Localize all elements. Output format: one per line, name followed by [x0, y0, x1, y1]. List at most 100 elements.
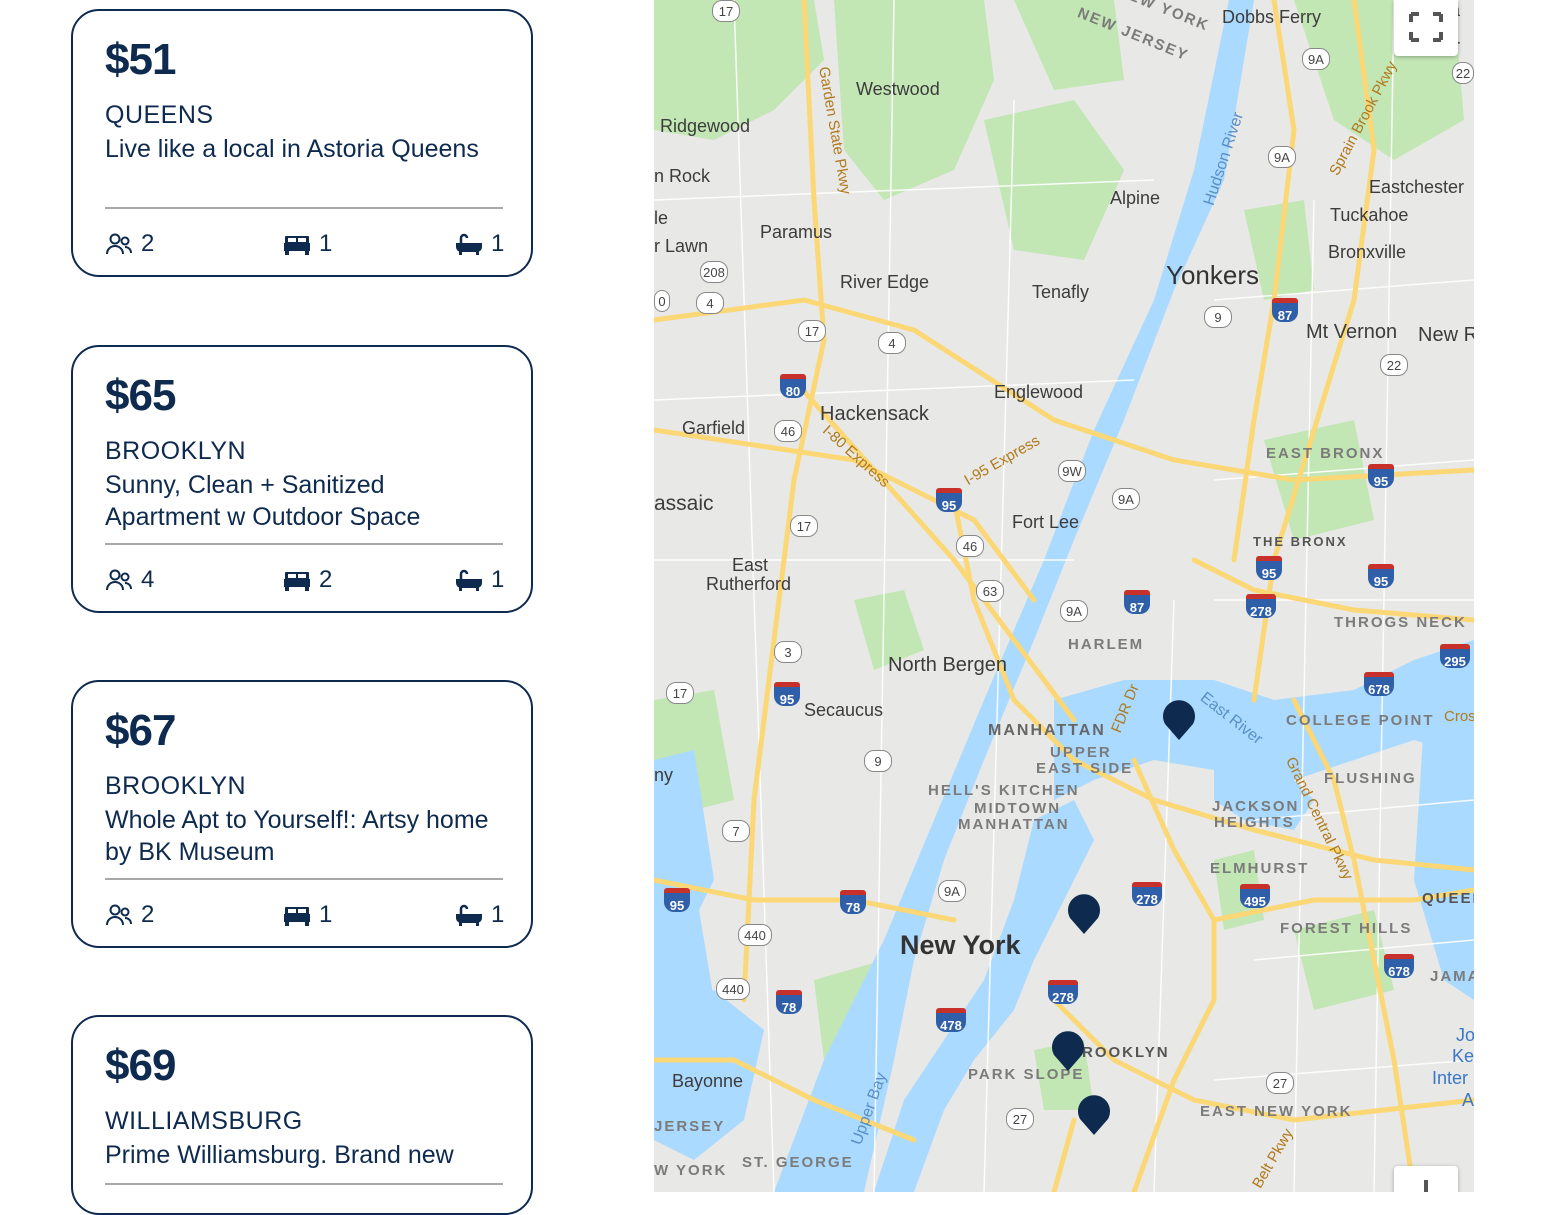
route-shield: 9A	[938, 880, 966, 902]
card-divider	[105, 878, 503, 880]
listing-price: $51	[105, 35, 176, 84]
map-label-new-york-bottom: W YORK	[654, 1162, 728, 1179]
interstate-shield: 295	[1440, 644, 1470, 669]
listing-neighborhood: BROOKLYN	[105, 437, 247, 465]
bed-icon	[284, 236, 310, 255]
interstate-shield: 95	[936, 488, 962, 513]
route-shield: 0	[654, 290, 670, 312]
map-label-paramus: Paramus	[760, 222, 833, 242]
listing-map-pin[interactable]	[1162, 700, 1196, 740]
map-label-new-rochelle: New R	[1418, 324, 1474, 346]
route-shield: 208	[700, 261, 728, 283]
interstate-shield: 87	[1272, 298, 1298, 323]
route-shield: 46	[956, 535, 984, 557]
baths-amenity: 1	[455, 900, 504, 930]
bathtub-icon	[456, 233, 482, 255]
map-label-bronxville: Bronxville	[1328, 242, 1407, 262]
listing-neighborhood: BROOKLYN	[105, 772, 247, 800]
listing-card[interactable]: $67 BROOKLYN Whole Apt to Yourself!: Art…	[71, 680, 533, 948]
baths-amenity: 1	[455, 565, 504, 595]
map-label-east-rutherford: East	[732, 555, 769, 575]
interstate-shield: 95	[1368, 464, 1394, 489]
listing-map-pin[interactable]	[1077, 1095, 1111, 1135]
listing-title: Live like a local in Astoria Queens	[105, 135, 479, 163]
listing-title: Whole Apt to Yourself!: Artsy home by BK…	[105, 806, 489, 866]
listing-map-pin[interactable]	[1067, 894, 1101, 934]
listing-card[interactable]: $69 WILLIAMSBURG Prime Williamsburg. Bra…	[71, 1015, 533, 1215]
map-base	[654, 0, 1474, 1192]
map-label-englewood: Englewood	[994, 382, 1084, 402]
card-divider	[105, 207, 503, 209]
listing-map-pin[interactable]	[1051, 1031, 1085, 1071]
route-shield: 3	[774, 641, 802, 663]
guests-count: 4	[141, 566, 155, 593]
map-label-jfk-4: A	[1462, 1090, 1474, 1110]
listing-price: $67	[105, 706, 176, 755]
map-view[interactable]: New York Yonkers Hackensack North Bergen…	[654, 0, 1474, 1192]
guests-icon	[106, 233, 132, 255]
guests-icon	[106, 904, 132, 926]
map-label-upper-east-side-2: EAST SIDE	[1036, 760, 1134, 777]
interstate-shield: 87	[1124, 590, 1150, 615]
guests-amenity: 2	[105, 900, 154, 930]
interstate-shield: 78	[776, 990, 802, 1015]
interstate-shield: 95	[664, 888, 690, 913]
listing-card[interactable]: $51 QUEENS Live like a local in Astoria …	[71, 9, 533, 277]
route-shield: 9	[864, 750, 892, 772]
listing-title: Prime Williamsburg. Brand new	[105, 1141, 454, 1169]
map-label-garfield: Garfield	[682, 418, 746, 438]
map-label-jfk-1: Jo	[1456, 1025, 1474, 1045]
bathtub-icon	[456, 569, 482, 591]
map-label-westwood: Westwood	[856, 79, 940, 99]
beds-amenity: 2	[283, 565, 332, 595]
map-label-secaucus: Secaucus	[804, 700, 884, 720]
route-shield: 9W	[1058, 460, 1086, 482]
interstate-shield: 278	[1048, 980, 1078, 1005]
map-label-midtown-2: MANHATTAN	[958, 816, 1070, 833]
fullscreen-button[interactable]	[1394, 0, 1458, 56]
beds-amenity: 1	[283, 900, 332, 930]
interstate-shield: 495	[1240, 884, 1270, 909]
baths-count: 1	[491, 566, 505, 593]
map-label-st-george: ST. GEORGE	[742, 1154, 854, 1171]
listings-panel: $51 QUEENS Live like a local in Astoria …	[0, 0, 620, 1215]
route-shield: 63	[976, 580, 1004, 602]
listing-card[interactable]: $65 BROOKLYN Sunny, Clean + Sanitized Ap…	[71, 345, 533, 613]
map-label-east-bronx: EAST BRONX	[1266, 445, 1385, 462]
map-label-forest-hills: FOREST HILLS	[1280, 920, 1413, 937]
listing-price: $65	[105, 371, 176, 420]
guests-count: 2	[141, 230, 155, 257]
route-shield: 440	[716, 978, 750, 1000]
map-label-bayonne: Bayonne	[672, 1071, 744, 1091]
map-label-manhattan: MANHATTAN	[988, 722, 1106, 739]
route-shield: 4	[696, 292, 724, 314]
listing-neighborhood: QUEENS	[105, 101, 214, 129]
map-label-cross: Cros	[1444, 708, 1474, 725]
route-shield: 9A	[1302, 48, 1330, 70]
map-label-queens: QUEEN	[1422, 890, 1474, 907]
guests-amenity: 2	[105, 229, 154, 259]
map-label-mt-vernon: Mt Vernon	[1306, 321, 1398, 343]
map-label-upper-east-side: UPPER	[1050, 744, 1112, 761]
map-label-fort-lee: Fort Lee	[1012, 512, 1080, 532]
zoom-in-button[interactable]	[1394, 1166, 1458, 1192]
bed-icon	[284, 572, 310, 591]
interstate-shield: 678	[1364, 672, 1394, 697]
map-label-jfk-2: Ke	[1452, 1046, 1474, 1066]
listing-title: Sunny, Clean + Sanitized Apartment w Out…	[105, 471, 421, 531]
route-shield: 22	[1380, 354, 1408, 376]
baths-count: 1	[491, 230, 505, 257]
guests-amenity: 4	[105, 565, 154, 595]
route-shield: 17	[666, 682, 694, 704]
route-shield: 27	[1266, 1072, 1294, 1094]
route-shield: 17	[798, 320, 826, 342]
route-shield: 9	[1204, 306, 1232, 328]
card-divider	[105, 543, 503, 545]
map-label-ridgewood: Ridgewood	[660, 116, 751, 136]
map-label-north-bergen: North Bergen	[888, 654, 1007, 676]
route-shield: 27	[1006, 1108, 1034, 1130]
beds-amenity: 1	[283, 229, 332, 259]
map-label-hells-kitchen: HELL'S KITCHEN	[928, 782, 1080, 799]
interstate-shield: 80	[780, 374, 806, 399]
guests-icon	[106, 569, 132, 591]
